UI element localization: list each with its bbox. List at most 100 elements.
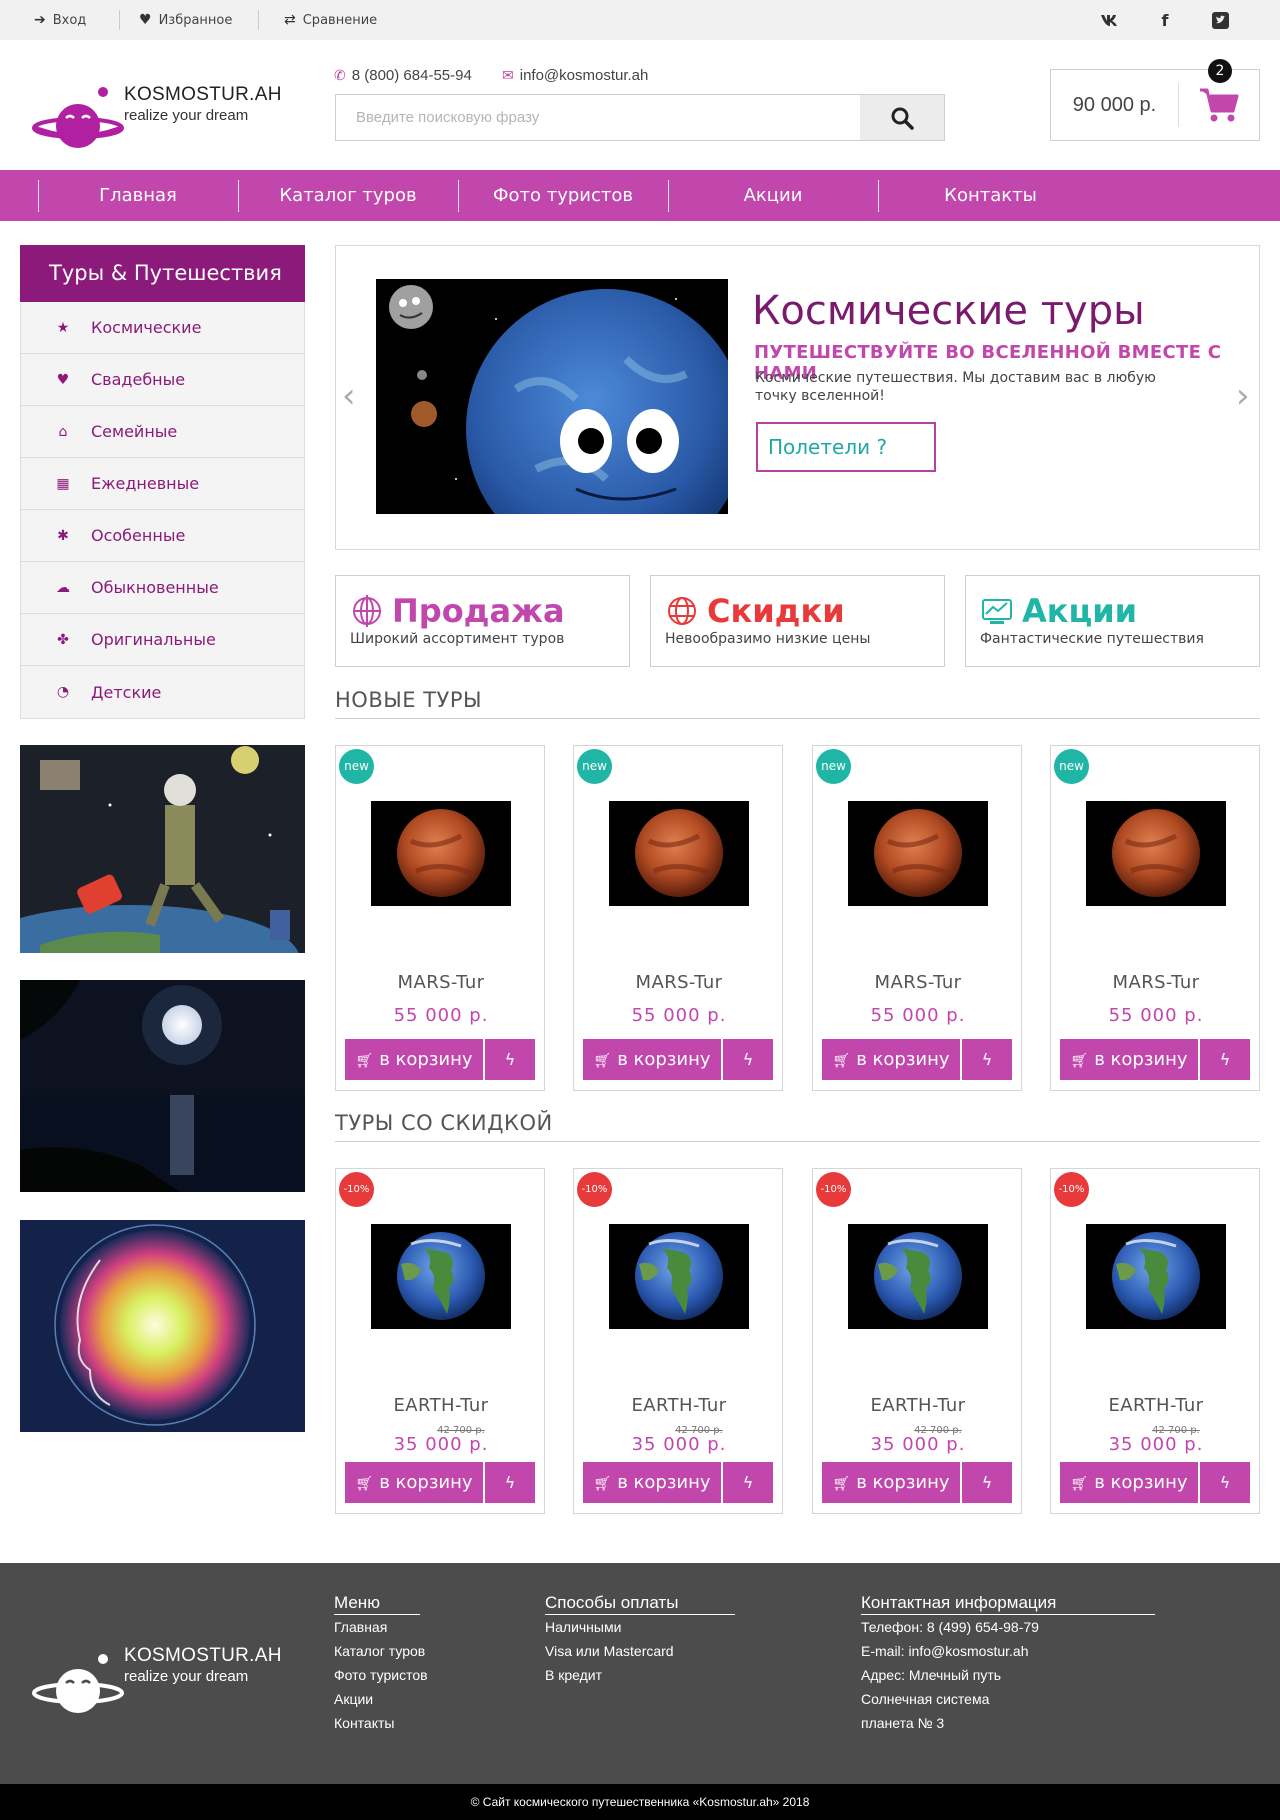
promo-actions-desc: Фантастические путешествия [980, 631, 1204, 647]
category-original[interactable]: ✤ Оригинальные [21, 614, 304, 666]
flower-icon: ✤ [57, 631, 69, 648]
quick-buy-button[interactable]: ϟ [1200, 1462, 1250, 1503]
bolt-icon: ϟ [742, 1050, 754, 1069]
twitter-icon[interactable] [1207, 8, 1233, 32]
add-to-cart-button[interactable]: 🛒︎ в корзину [583, 1462, 721, 1503]
product-image[interactable] [848, 1224, 988, 1329]
nav-catalog[interactable]: Каталог туров [238, 170, 458, 221]
product-name[interactable]: MARS-Tur [813, 972, 1023, 993]
product-price: 55 000 р. [1108, 1005, 1204, 1026]
logo-icon[interactable] [32, 86, 124, 152]
nav-contacts[interactable]: Контакты [878, 170, 1103, 221]
product-name[interactable]: MARS-Tur [336, 972, 546, 993]
footer-phone[interactable]: Телефон: 8 (499) 654-98-79 [861, 1619, 1039, 1635]
product-image[interactable] [371, 1224, 511, 1329]
phone-icon: ✆ [334, 67, 346, 83]
product-card[interactable]: new MARS-Tur 55 000 р. 🛒︎ в корзину ϟ [335, 745, 545, 1091]
footer-link-home[interactable]: Главная [334, 1619, 387, 1635]
category-kids[interactable]: ◔ Детские [21, 666, 304, 718]
favorites-link[interactable]: ♥ Избранное [139, 0, 232, 40]
product-card[interactable]: new MARS-Tur 55 000 р. 🛒︎ в корзину ϟ [573, 745, 783, 1091]
phone-contact[interactable]: ✆ 8 (800) 684-55-94 [334, 67, 472, 84]
add-to-cart-button[interactable]: 🛒︎ в корзину [345, 1462, 483, 1503]
cart-icon: 🛒︎ [593, 1053, 612, 1069]
moonlight-image[interactable] [20, 980, 305, 1192]
footer-email[interactable]: E-mail: info@kosmostur.ah [861, 1643, 1029, 1659]
product-card[interactable]: -10% EARTH-Tur 42 700 р. 35 000 р. 🛒︎ в корзи… [1050, 1168, 1260, 1514]
product-card[interactable]: new MARS-Tur 55 000 р. 🛒︎ в корзину ϟ [1050, 745, 1260, 1091]
product-card[interactable]: -10% EARTH-Tur 42 700 р. 35 000 р. 🛒︎ в корзи… [573, 1168, 783, 1514]
slider-prev-button[interactable]: ‹ [342, 376, 356, 416]
product-card[interactable]: -10% EARTH-Tur 42 700 р. 35 000 р. 🛒︎ в корзи… [335, 1168, 545, 1514]
promo-sale-title: Продажа [392, 592, 565, 630]
search-input[interactable] [336, 95, 860, 140]
add-to-cart-button[interactable]: 🛒︎ в корзину [345, 1039, 483, 1080]
quick-buy-button[interactable]: ϟ [485, 1039, 535, 1080]
product-name[interactable]: MARS-Tur [574, 972, 784, 993]
cart-icon[interactable] [1179, 87, 1259, 123]
facebook-icon[interactable]: f [1152, 8, 1178, 32]
product-name[interactable]: MARS-Tur [1051, 972, 1261, 993]
cosmic-mind-image[interactable] [20, 1220, 305, 1432]
slide-cta-button[interactable]: Полетели ? [756, 422, 936, 472]
divider [258, 10, 259, 30]
product-image[interactable] [609, 801, 749, 906]
footer-logo-icon[interactable] [32, 1651, 124, 1717]
quick-buy-button[interactable]: ϟ [962, 1462, 1012, 1503]
promo-sale[interactable]: Продажа Широкий ассортимент туров [335, 575, 630, 667]
cart-icon: 🛒︎ [1070, 1476, 1089, 1492]
add-to-cart-button[interactable]: 🛒︎ в корзину [583, 1039, 721, 1080]
promo-discounts[interactable]: Скидки Невообразимо низкие цены [650, 575, 945, 667]
space-traveler-image[interactable] [20, 745, 305, 953]
product-badge: -10% [1054, 1172, 1089, 1207]
footer-link-photos[interactable]: Фото туристов [334, 1667, 428, 1683]
quick-buy-button[interactable]: ϟ [723, 1462, 773, 1503]
product-image[interactable] [371, 801, 511, 906]
email-contact[interactable]: ✉ info@kosmostur.ah [502, 67, 648, 84]
product-card[interactable]: new MARS-Tur 55 000 р. 🛒︎ в корзину ϟ [812, 745, 1022, 1091]
product-name[interactable]: EARTH-Tur [1051, 1395, 1261, 1416]
footer-address-line2: Солнечная система [861, 1691, 990, 1707]
add-to-cart-button[interactable]: 🛒︎ в корзину [822, 1462, 960, 1503]
footer-logo-name[interactable]: KOSMOSTUR.AH [124, 1645, 282, 1667]
add-to-cart-button[interactable]: 🛒︎ в корзину [1060, 1039, 1198, 1080]
cart-widget[interactable]: 90 000 р. 2 [1050, 59, 1260, 141]
promo-actions[interactable]: Акции Фантастические путешествия [965, 575, 1260, 667]
category-special[interactable]: ✱ Особенные [21, 510, 304, 562]
nav-home[interactable]: Главная [38, 170, 238, 221]
vk-icon[interactable] [1098, 8, 1124, 32]
product-image[interactable] [609, 1224, 749, 1329]
payment-card: Visa или Mastercard [545, 1643, 674, 1659]
category-daily[interactable]: ▦ Ежедневные [21, 458, 304, 510]
quick-buy-button[interactable]: ϟ [723, 1039, 773, 1080]
login-link[interactable]: ➔ Вход [34, 0, 86, 40]
footer-link-promos[interactable]: Акции [334, 1691, 373, 1707]
bolt-icon: ϟ [504, 1473, 516, 1492]
product-name[interactable]: EARTH-Tur [813, 1395, 1023, 1416]
category-wedding[interactable]: ♥ Свадебные [21, 354, 304, 406]
nav-photos[interactable]: Фото туристов [458, 170, 668, 221]
footer-link-catalog[interactable]: Каталог туров [334, 1643, 425, 1659]
product-image[interactable] [1086, 1224, 1226, 1329]
product-name[interactable]: EARTH-Tur [336, 1395, 546, 1416]
product-price: 35 000 р. [870, 1434, 966, 1455]
cloud-icon: ☁ [56, 579, 70, 596]
product-image[interactable] [848, 801, 988, 906]
add-to-cart-button[interactable]: 🛒︎ в корзину [822, 1039, 960, 1080]
logo-name[interactable]: KOSMOSTUR.AH [124, 84, 282, 106]
product-name[interactable]: EARTH-Tur [574, 1395, 784, 1416]
category-family[interactable]: ⌂ Семейные [21, 406, 304, 458]
product-image[interactable] [1086, 801, 1226, 906]
quick-buy-button[interactable]: ϟ [1200, 1039, 1250, 1080]
nav-promos[interactable]: Акции [668, 170, 878, 221]
compare-link[interactable]: ⇄ Сравнение [284, 0, 377, 40]
product-card[interactable]: -10% EARTH-Tur 42 700 р. 35 000 р. 🛒︎ в корзи… [812, 1168, 1022, 1514]
category-ordinary[interactable]: ☁ Обыкновенные [21, 562, 304, 614]
promo-discounts-title: Скидки [707, 592, 845, 630]
search-button[interactable] [860, 95, 944, 140]
quick-buy-button[interactable]: ϟ [962, 1039, 1012, 1080]
add-to-cart-button[interactable]: 🛒︎ в корзину [1060, 1462, 1198, 1503]
quick-buy-button[interactable]: ϟ [485, 1462, 535, 1503]
category-cosmic[interactable]: ★ Космические [21, 302, 304, 354]
footer-link-contacts[interactable]: Контакты [334, 1715, 394, 1731]
